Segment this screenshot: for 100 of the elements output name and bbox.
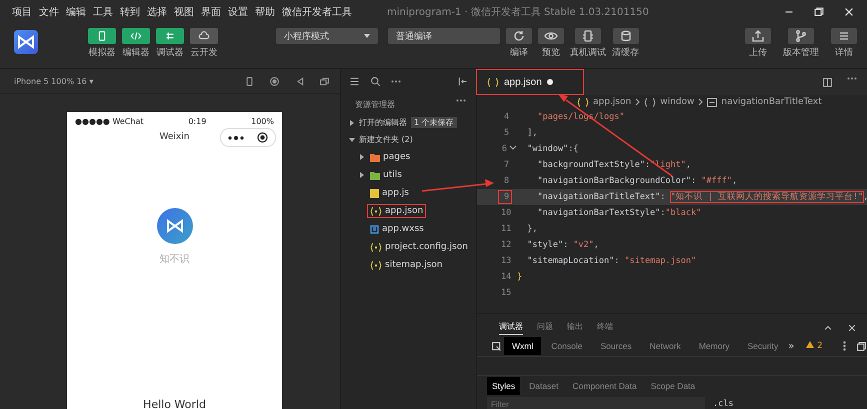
warning-count[interactable]: 2 <box>806 341 822 351</box>
toolbar-label: 版本管理 <box>783 46 819 59</box>
styles-tab[interactable]: Scope Data <box>646 377 700 395</box>
file-item[interactable]: pages <box>341 148 476 166</box>
record-icon[interactable] <box>257 132 268 143</box>
braces-icon <box>370 206 382 216</box>
caret-icon[interactable] <box>349 120 355 126</box>
toolbar-label: 编译 <box>510 46 528 59</box>
close-icon <box>847 323 857 333</box>
greeting-text: Hello World <box>143 398 206 409</box>
code-line: } <box>517 272 522 282</box>
menu-item[interactable]: 编辑 <box>66 5 86 19</box>
menu-item[interactable]: 视图 <box>174 5 194 19</box>
line-number: 7 <box>503 159 510 171</box>
styles-tab[interactable]: Styles <box>487 377 520 395</box>
fold-chevron-icon[interactable] <box>509 145 517 151</box>
toolbar-button[interactable] <box>538 28 564 44</box>
panel-tab[interactable]: 调试器 <box>499 321 523 335</box>
branch-icon <box>794 29 808 43</box>
panel-tab[interactable]: 问题 <box>537 321 553 335</box>
view-toggle-button[interactable] <box>156 28 184 44</box>
view-toggle-button[interactable] <box>190 28 218 44</box>
file-item[interactable]: utils <box>341 166 476 184</box>
breadcrumb-item[interactable]: window <box>660 97 694 107</box>
line-number: 12 <box>500 239 512 251</box>
file-item[interactable]: app.wxss <box>341 220 476 238</box>
more-dots-icon[interactable] <box>228 136 244 140</box>
code-line: "sitemapLocation": "sitemap.json" <box>526 256 696 266</box>
split-icon <box>822 76 833 88</box>
menu-item[interactable]: 工具 <box>93 5 113 19</box>
menu-item[interactable]: 转到 <box>120 5 140 19</box>
devtools-tab[interactable]: Console <box>543 337 590 355</box>
caret-icon[interactable] <box>349 136 355 142</box>
record-icon <box>269 76 280 86</box>
line-number: 10 <box>500 207 512 219</box>
refresh-icon <box>512 29 526 43</box>
more-icon[interactable] <box>456 99 466 102</box>
toolbar-label: 模拟器 <box>88 46 116 59</box>
line-number: 9 <box>499 191 512 203</box>
menu-item[interactable]: 设置 <box>228 5 248 19</box>
file-item[interactable]: project.config.json <box>341 238 476 256</box>
editor-tab[interactable]: app.json <box>477 70 583 94</box>
toolbar-button[interactable] <box>612 28 638 44</box>
toolbar-label: 调试器 <box>156 46 184 59</box>
overflow-button[interactable]: » <box>788 340 794 352</box>
code-line: "window":{ <box>526 144 578 154</box>
menu-item[interactable]: 帮助 <box>255 5 275 19</box>
toolbar-button[interactable] <box>788 28 814 44</box>
menu-item[interactable]: 文件 <box>39 5 59 19</box>
toolbar-label: 真机调试 <box>570 46 606 59</box>
toolbar-label: 预览 <box>542 46 560 59</box>
devtools-tab[interactable]: Sources <box>592 337 640 355</box>
section-header[interactable]: 新建文件夹 (2) <box>341 131 476 148</box>
code-line: "style": "v2", <box>526 240 599 250</box>
line-number: 11 <box>500 223 512 235</box>
styles-tab[interactable]: Component Data <box>567 377 642 395</box>
menu-item[interactable]: 界面 <box>201 5 221 19</box>
devtools-tab[interactable]: Wxml <box>504 337 542 355</box>
device-selector[interactable]: iPhone 5 100% 16 ▾ <box>14 76 230 86</box>
panel-tab[interactable]: 终端 <box>597 321 613 335</box>
file-item[interactable]: app.json <box>341 202 476 220</box>
section-header[interactable]: 打开的编辑器 1 个未保存 <box>341 114 476 131</box>
toolbar-button[interactable] <box>506 28 532 44</box>
toolbar-button[interactable] <box>831 28 857 44</box>
more-icon[interactable] <box>847 76 857 80</box>
caret-icon[interactable] <box>359 172 365 178</box>
file-item[interactable]: app.js <box>341 184 476 202</box>
menu-item[interactable]: 微信开发者工具 <box>282 5 352 19</box>
toolbar-button[interactable] <box>575 28 601 44</box>
code-icon <box>130 30 142 42</box>
view-toggle-button[interactable] <box>122 28 150 44</box>
search-icon <box>370 76 381 86</box>
more-icon[interactable] <box>391 80 401 82</box>
js-file-icon <box>370 188 379 198</box>
chevron-icon <box>698 98 704 106</box>
styles-tab[interactable]: Dataset <box>524 377 564 395</box>
cloud-icon <box>198 30 210 42</box>
phone-icon <box>96 30 108 42</box>
caret-icon[interactable] <box>364 34 370 38</box>
devtools-tab[interactable]: Security <box>740 337 786 355</box>
cls-toggle[interactable]: .cls <box>705 399 742 409</box>
panel-tab[interactable]: 输出 <box>567 321 583 335</box>
filter-field[interactable]: Filter <box>487 397 705 409</box>
devtools-tab[interactable]: Network <box>642 337 689 355</box>
devtools-tab[interactable]: Memory <box>690 337 738 355</box>
kebab-icon[interactable] <box>843 341 846 351</box>
caret-icon[interactable] <box>359 154 365 160</box>
view-toggle-button[interactable] <box>88 28 116 44</box>
menu-item[interactable]: 选择 <box>147 5 167 19</box>
toolbar-button[interactable] <box>745 28 771 44</box>
code-line: "navigationBarBackgroundColor": "#fff", <box>536 176 738 186</box>
file-item[interactable]: sitemap.json <box>341 256 476 274</box>
line-number: 5 <box>503 127 510 139</box>
compile-dropdown[interactable]: 普通编译 <box>388 28 500 44</box>
mode-dropdown[interactable]: 小程序模式 <box>276 28 378 44</box>
breadcrumb-item[interactable]: app.json <box>593 97 632 107</box>
menu-item[interactable]: 项目 <box>12 5 32 19</box>
capsule-button[interactable] <box>220 128 276 147</box>
breadcrumb-item[interactable]: navigationBarTitleText <box>721 97 822 107</box>
device-debug-icon <box>581 29 595 43</box>
